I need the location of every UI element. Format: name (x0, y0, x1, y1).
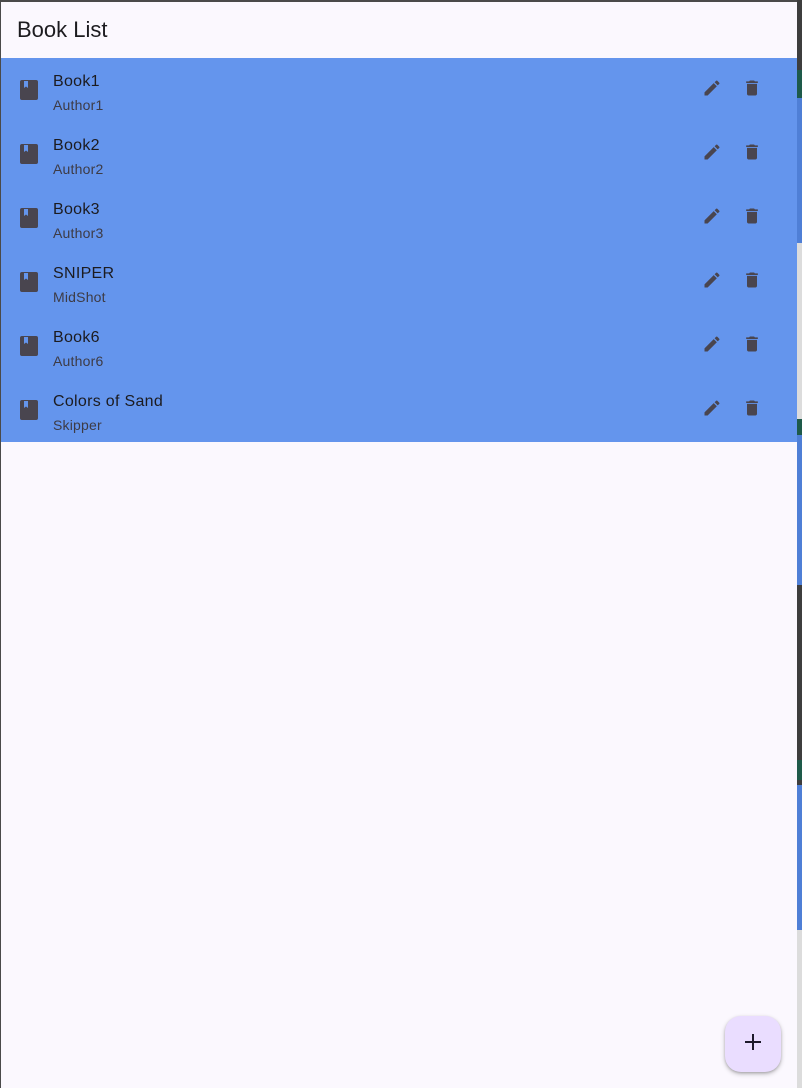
pencil-icon (702, 78, 722, 103)
trash-icon (742, 206, 762, 231)
plus-icon (744, 1033, 762, 1056)
book-title: Book6 (53, 329, 100, 346)
book-title: Book2 (53, 137, 100, 154)
book-title: Colors of Sand (53, 393, 164, 410)
book-title: SNIPER (53, 265, 115, 282)
pencil-icon (702, 142, 722, 167)
delete-button[interactable] (732, 134, 772, 174)
trash-icon (742, 78, 762, 103)
pencil-icon (702, 270, 722, 295)
trash-icon (742, 334, 762, 359)
delete-button[interactable] (732, 390, 772, 430)
list-item[interactable]: SNIPER MidShot (1, 250, 797, 314)
delete-button[interactable] (732, 198, 772, 238)
list-item[interactable]: Colors of Sand Skipper (1, 378, 797, 442)
book-author: Author6 (53, 353, 104, 369)
book-author: Author1 (53, 97, 104, 113)
pencil-icon (702, 334, 722, 359)
trash-icon (742, 270, 762, 295)
pencil-icon (702, 398, 722, 423)
add-book-button[interactable] (725, 1016, 781, 1072)
list-item[interactable]: Book3 Author3 (1, 186, 797, 250)
app-window: Book List Book1 Author1 Book2 Author2 Bo… (0, 0, 802, 1088)
book-icon (20, 336, 38, 356)
pencil-icon (702, 206, 722, 231)
edit-button[interactable] (692, 134, 732, 174)
delete-button[interactable] (732, 262, 772, 302)
background-window-edge (797, 0, 802, 1088)
edit-button[interactable] (692, 262, 732, 302)
book-list: Book1 Author1 Book2 Author2 Book3 Author… (1, 58, 797, 442)
edit-button[interactable] (692, 326, 732, 366)
edit-button[interactable] (692, 198, 732, 238)
book-icon (20, 400, 38, 420)
book-author: Skipper (53, 417, 102, 433)
book-icon (20, 272, 38, 292)
app-bar: Book List (1, 2, 798, 58)
trash-icon (742, 398, 762, 423)
book-title: Book3 (53, 201, 100, 218)
book-icon (20, 144, 38, 164)
book-author: MidShot (53, 289, 106, 305)
book-icon (20, 80, 38, 100)
book-icon (20, 208, 38, 228)
list-item[interactable]: Book1 Author1 (1, 58, 797, 122)
page-title: Book List (17, 17, 108, 42)
book-title: Book1 (53, 73, 100, 90)
edit-button[interactable] (692, 390, 732, 430)
delete-button[interactable] (732, 70, 772, 110)
list-item[interactable]: Book2 Author2 (1, 122, 797, 186)
book-author: Author3 (53, 225, 104, 241)
book-author: Author2 (53, 161, 104, 177)
trash-icon (742, 142, 762, 167)
delete-button[interactable] (732, 326, 772, 366)
list-item[interactable]: Book6 Author6 (1, 314, 797, 378)
edit-button[interactable] (692, 70, 732, 110)
